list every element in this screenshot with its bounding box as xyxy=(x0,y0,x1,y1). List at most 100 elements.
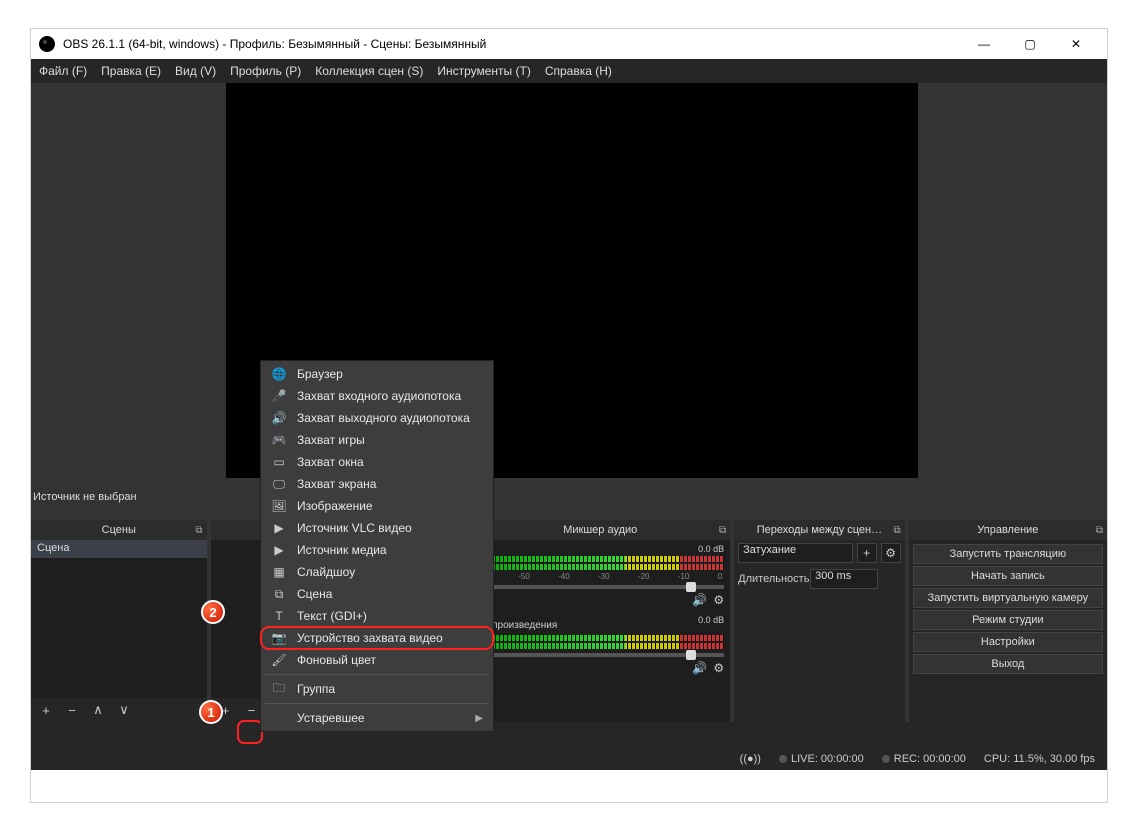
controls-body: Запустить трансляцию Начать запись Запус… xyxy=(909,540,1107,722)
source-remove-button[interactable]: − xyxy=(243,701,261,719)
popout-icon[interactable]: ⧉ xyxy=(1096,525,1103,536)
ctx-color-source[interactable]: 🖌Фоновый цвет xyxy=(261,649,493,671)
ctx-deprecated-submenu[interactable]: Устаревшее▶ xyxy=(261,707,493,729)
close-button[interactable]: ✕ xyxy=(1053,29,1099,59)
settings-button[interactable]: Настройки xyxy=(913,632,1103,652)
mixer-panel: Микшер аудио ⧉ 0.0 dB -60-50-40-30-20-10… xyxy=(470,520,730,722)
popout-icon[interactable]: ⧉ xyxy=(195,525,202,536)
scene-add-button[interactable]: + xyxy=(37,701,55,719)
ctx-audio-output[interactable]: 🔊Захват выходного аудиопотока xyxy=(261,407,493,429)
mixer-scale: -60-50-40-30-20-100 xyxy=(476,572,724,581)
audio-meter xyxy=(476,556,724,562)
window-icon: ▭ xyxy=(271,454,287,470)
exit-button[interactable]: Выход xyxy=(913,654,1103,674)
brush-icon: 🖌 xyxy=(271,652,287,668)
ctx-separator xyxy=(265,674,489,675)
add-source-context-menu: 🌐Браузер 🎤Захват входного аудиопотока 🔊З… xyxy=(260,360,494,732)
start-virtualcam-button[interactable]: Запустить виртуальную камеру xyxy=(913,588,1103,608)
statusbar: ((●)) LIVE: 00:00:00 REC: 00:00:00 CPU: … xyxy=(31,748,1107,770)
text-icon: T xyxy=(271,608,287,624)
popout-icon[interactable]: ⧉ xyxy=(894,525,901,536)
speaker-icon: 🔊 xyxy=(271,410,287,426)
gamepad-icon: 🎮 xyxy=(271,432,287,448)
mute-icon[interactable]: 🔊 xyxy=(692,593,707,607)
app-window: OBS 26.1.1 (64-bit, windows) - Профиль: … xyxy=(30,28,1108,803)
scenes-list[interactable]: Сцена xyxy=(31,540,207,698)
ctx-vlc-source[interactable]: ▶Источник VLC видео xyxy=(261,517,493,539)
mic-icon: 🎤 xyxy=(271,388,287,404)
ctx-text[interactable]: TТекст (GDI+) xyxy=(261,605,493,627)
ctx-group[interactable]: 🗀Группа xyxy=(261,678,493,700)
chevron-right-icon: ▶ xyxy=(475,713,483,724)
no-source-label: Источник не выбран xyxy=(33,491,137,503)
menu-view[interactable]: Вид (V) xyxy=(175,64,216,78)
maximize-button[interactable]: ▢ xyxy=(1007,29,1053,59)
ctx-image[interactable]: 🖼Изображение xyxy=(261,495,493,517)
start-stream-button[interactable]: Запустить трансляцию xyxy=(913,544,1103,564)
transition-add-button[interactable]: + xyxy=(857,543,877,563)
scene-item[interactable]: Сцена xyxy=(31,540,207,558)
scene-down-button[interactable]: ∨ xyxy=(115,701,133,719)
transitions-panel: Переходы между сцен… ⧉ Затухание + ⚙ Дли… xyxy=(734,520,905,722)
menu-scene-collection[interactable]: Коллекция сцен (S) xyxy=(315,64,423,78)
transitions-header: Переходы между сцен… ⧉ xyxy=(734,520,905,540)
titlebar: OBS 26.1.1 (64-bit, windows) - Профиль: … xyxy=(31,29,1107,59)
transitions-body: Затухание + ⚙ Длительность 300 ms xyxy=(734,540,905,722)
transition-select[interactable]: Затухание xyxy=(738,543,853,563)
scene-up-button[interactable]: ∧ xyxy=(89,701,107,719)
mixer-gear-icon[interactable]: ⚙ xyxy=(713,593,724,607)
studio-mode-button[interactable]: Режим студии xyxy=(913,610,1103,630)
obs-logo-icon xyxy=(39,36,55,52)
broadcast-icon: ((●)) xyxy=(740,753,761,765)
volume-slider[interactable] xyxy=(476,653,724,657)
audio-meter xyxy=(476,643,724,649)
menu-file[interactable]: Файл (F) xyxy=(39,64,87,78)
duration-label: Длительность xyxy=(738,573,806,585)
menu-edit[interactable]: Правка (E) xyxy=(101,64,161,78)
mixer-db-label: 0.0 dB xyxy=(698,615,724,625)
scene-remove-button[interactable]: − xyxy=(63,701,81,719)
ctx-window-capture[interactable]: ▭Захват окна xyxy=(261,451,493,473)
menu-help[interactable]: Справка (H) xyxy=(545,64,612,78)
menu-tools[interactable]: Инструменты (T) xyxy=(437,64,530,78)
slides-icon: ▦ xyxy=(271,564,287,580)
panels-row: Сцены ⧉ Сцена + − ∧ ∨ Источники ⧉ + − xyxy=(31,520,1107,722)
volume-slider[interactable] xyxy=(476,585,724,589)
play-icon: ▶ xyxy=(271,542,287,558)
mixer-channel: 0.0 dB -60-50-40-30-20-100 🔊 ⚙ xyxy=(470,540,730,611)
mute-icon[interactable]: 🔊 xyxy=(692,661,707,675)
ctx-media-source[interactable]: ▶Источник медиа xyxy=(261,539,493,561)
ctx-display-capture[interactable]: 🖵Захват экрана xyxy=(261,473,493,495)
transition-settings-button[interactable]: ⚙ xyxy=(881,543,901,563)
ctx-game-capture[interactable]: 🎮Захват игры xyxy=(261,429,493,451)
canvas-area: Источник не выбран xyxy=(31,83,1107,520)
image-icon: 🖼 xyxy=(271,498,287,514)
menubar: Файл (F) Правка (E) Вид (V) Профиль (P) … xyxy=(31,59,1107,83)
ctx-separator xyxy=(265,703,489,704)
ctx-slideshow[interactable]: ▦Слайдшоу xyxy=(261,561,493,583)
mixer-gear-icon[interactable]: ⚙ xyxy=(713,661,724,675)
status-live: LIVE: 00:00:00 xyxy=(791,753,864,765)
mixer-title: Микшер аудио xyxy=(563,524,637,536)
scenes-toolbar: + − ∧ ∨ xyxy=(31,698,207,722)
controls-header: Управление ⧉ xyxy=(909,520,1107,540)
audio-meter xyxy=(476,635,724,641)
ctx-audio-input[interactable]: 🎤Захват входного аудиопотока xyxy=(261,385,493,407)
ctx-browser[interactable]: 🌐Браузер xyxy=(261,363,493,385)
play-icon: ▶ xyxy=(271,520,287,536)
window-title: OBS 26.1.1 (64-bit, windows) - Профиль: … xyxy=(63,37,961,51)
minimize-button[interactable]: — xyxy=(961,29,1007,59)
window-controls: — ▢ ✕ xyxy=(961,29,1099,59)
duration-input[interactable]: 300 ms xyxy=(810,569,878,589)
ctx-scene[interactable]: ⧉Сцена xyxy=(261,583,493,605)
popout-icon[interactable]: ⧉ xyxy=(719,525,726,536)
globe-icon: 🌐 xyxy=(271,366,287,382)
start-record-button[interactable]: Начать запись xyxy=(913,566,1103,586)
mixer-db-label: 0.0 dB xyxy=(698,544,724,554)
menu-profile[interactable]: Профиль (P) xyxy=(230,64,301,78)
scenes-header: Сцены ⧉ xyxy=(31,520,207,540)
transitions-title: Переходы между сцен… xyxy=(757,524,882,536)
scene-icon: ⧉ xyxy=(271,586,287,602)
ctx-video-capture-device[interactable]: 📷Устройство захвата видео xyxy=(261,627,493,649)
annotation-badge-2: 2 xyxy=(201,600,225,624)
